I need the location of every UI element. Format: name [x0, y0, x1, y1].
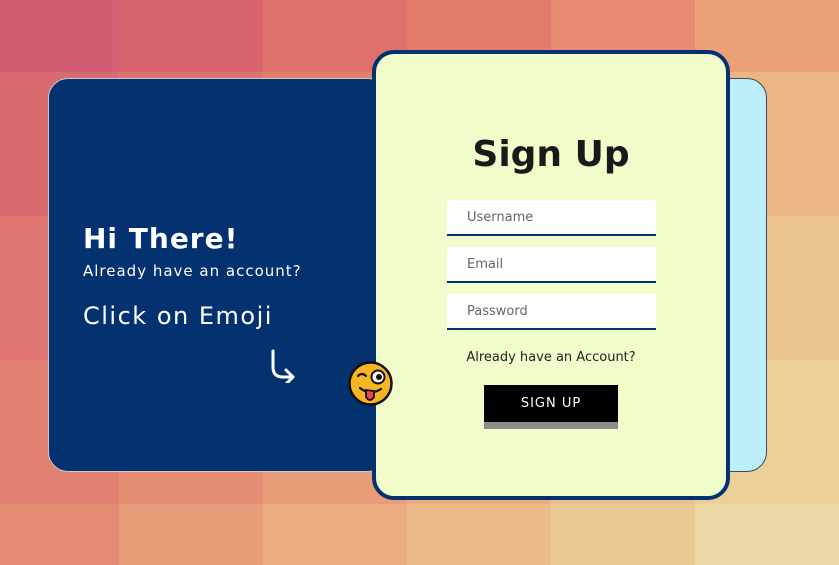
account-question: Already have an account?	[83, 262, 302, 280]
email-input[interactable]	[447, 247, 656, 283]
background-tile	[263, 504, 407, 565]
login-prompt-panel: Hi There! Already have an account? Click…	[48, 78, 388, 472]
winking-tongue-face-icon[interactable]	[348, 361, 393, 406]
background-tile	[407, 504, 551, 565]
background-tile	[0, 504, 119, 565]
background-tile	[551, 504, 695, 565]
username-input[interactable]	[447, 200, 656, 236]
emoji-instruction: Click on Emoji	[83, 302, 273, 330]
signup-heading: Sign Up	[472, 134, 630, 175]
background-tile	[119, 0, 263, 72]
password-input[interactable]	[447, 294, 656, 330]
signup-card: Sign Up Already have an Account? SIGN UP	[372, 50, 730, 500]
arrow-turn-down-right-icon	[271, 349, 295, 383]
signup-button[interactable]: SIGN UP	[484, 385, 618, 429]
signup-button-label: SIGN UP	[484, 385, 618, 422]
greeting-title: Hi There!	[83, 222, 239, 255]
background-tile	[695, 504, 839, 565]
already-have-account-link[interactable]: Already have an Account?	[376, 350, 726, 365]
background-tile	[119, 504, 263, 565]
background-tile	[0, 0, 119, 72]
